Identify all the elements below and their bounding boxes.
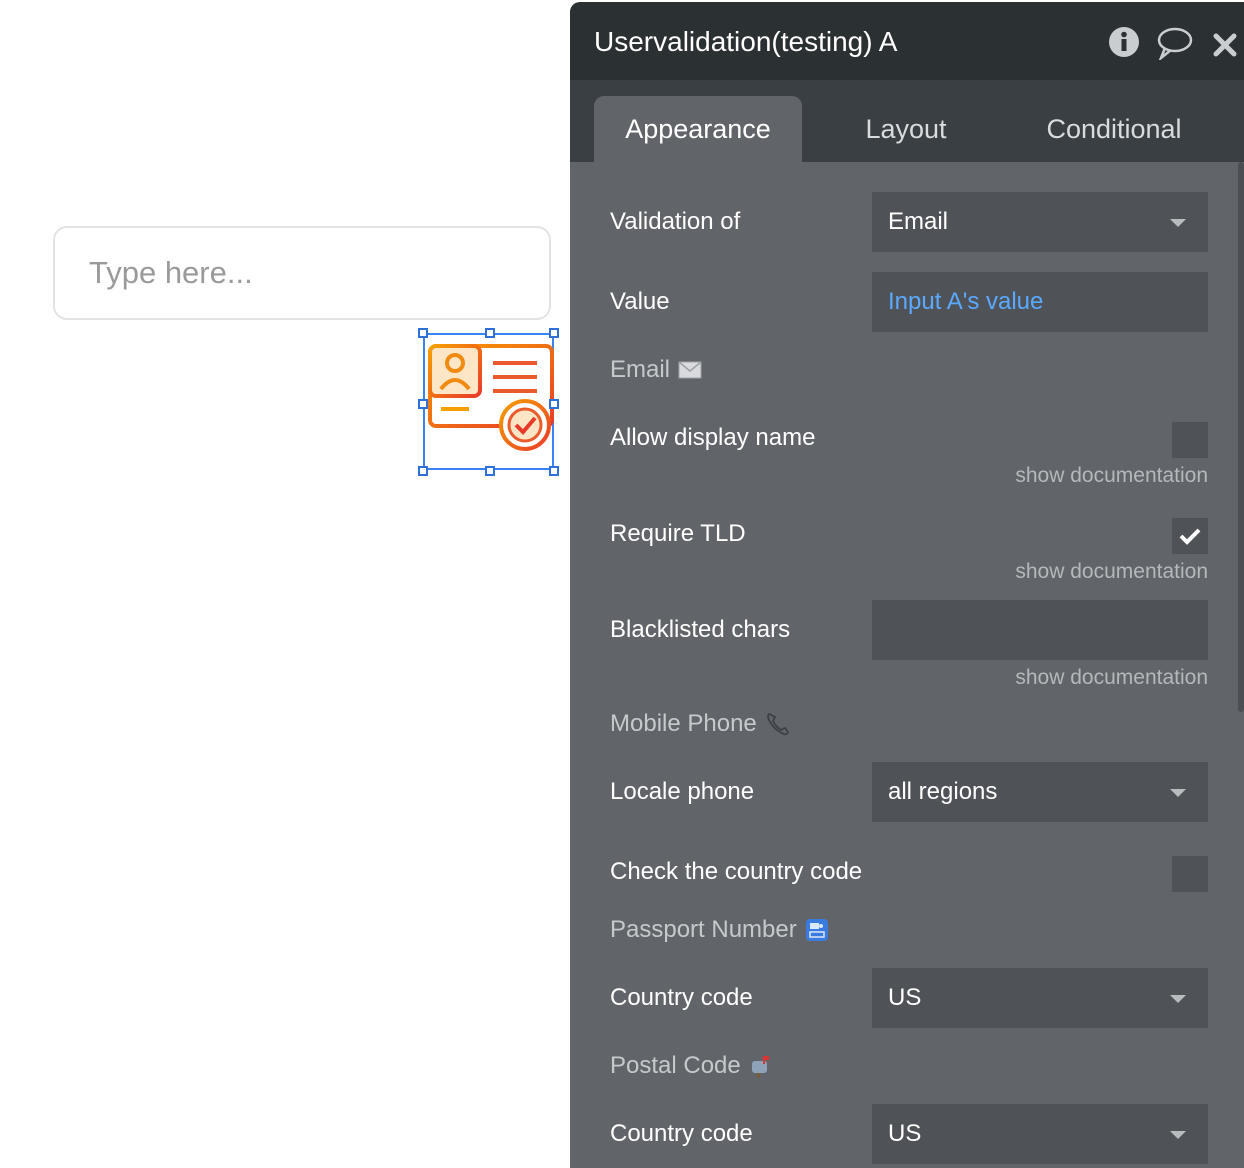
- info-icon[interactable]: [1108, 26, 1140, 58]
- resize-handle-tc[interactable]: [485, 328, 495, 338]
- input-placeholder: Type here...: [89, 255, 253, 290]
- panel-header: Uservalidation(testing) A: [570, 2, 1244, 80]
- resize-handle-br[interactable]: [549, 466, 559, 476]
- dropdown-value: US: [888, 1120, 922, 1147]
- passport-number-section-header: Passport Number: [610, 916, 829, 944]
- dropdown-value: all regions: [888, 778, 998, 805]
- envelope-icon: [678, 361, 702, 379]
- check-country-code-label: Check the country code: [610, 858, 863, 885]
- require-tld-label: Require TLD: [610, 520, 746, 547]
- allow-display-name-checkbox[interactable]: [1172, 422, 1208, 458]
- tab-appearance[interactable]: Appearance: [594, 96, 802, 162]
- value-label: Value: [610, 288, 670, 315]
- dropdown-value: Email: [888, 208, 949, 235]
- id-card-check-icon: [428, 344, 554, 451]
- canvas-text-input[interactable]: Type here...: [53, 226, 551, 320]
- validation-of-label: Validation of: [610, 208, 741, 235]
- tab-conditional[interactable]: Conditional: [1014, 96, 1214, 162]
- panel-scrollbar[interactable]: [1238, 162, 1244, 712]
- dynamic-expression[interactable]: Input A's value: [888, 288, 1043, 316]
- dropdown-value: US: [888, 984, 922, 1011]
- require-tld-checkbox[interactable]: [1172, 518, 1208, 554]
- passport-country-code-dropdown[interactable]: US: [872, 968, 1208, 1028]
- section-label: Mobile Phone: [610, 710, 757, 737]
- locale-phone-dropdown[interactable]: all regions: [872, 762, 1208, 822]
- tab-label: Appearance: [625, 113, 771, 144]
- allow-display-name-label: Allow display name: [610, 424, 816, 451]
- phone-icon: [766, 712, 789, 736]
- comment-icon[interactable]: [1156, 26, 1194, 60]
- blacklisted-chars-label: Blacklisted chars: [610, 616, 791, 643]
- mailbox-icon: [751, 1056, 769, 1078]
- selected-validation-element[interactable]: [418, 328, 559, 476]
- passport-country-code-label: Country code: [610, 984, 753, 1011]
- section-label: Passport Number: [610, 916, 797, 943]
- passport-control-icon: [805, 919, 828, 941]
- blacklisted-chars-input[interactable]: [872, 600, 1208, 660]
- caret-down-icon: [1170, 219, 1186, 227]
- value-input[interactable]: Input A's value: [872, 272, 1208, 332]
- resize-handle-ml[interactable]: [418, 399, 428, 409]
- section-label: Email: [610, 356, 671, 383]
- caret-down-icon: [1170, 1131, 1186, 1139]
- tab-label: Conditional: [1046, 113, 1182, 144]
- validation-of-dropdown[interactable]: Email: [872, 192, 1208, 252]
- show-documentation-link[interactable]: show documentation: [1015, 560, 1208, 584]
- property-editor-panel: Uservalidation(testing) A Appearance Lay…: [570, 2, 1244, 1168]
- section-label: Postal Code: [610, 1052, 741, 1079]
- panel-title: Uservalidation(testing) A: [594, 26, 898, 57]
- tab-layout[interactable]: Layout: [806, 96, 1006, 162]
- check-country-code-checkbox[interactable]: [1172, 856, 1208, 892]
- tab-label: Layout: [865, 113, 947, 144]
- checkmark-icon: [1179, 528, 1201, 545]
- mobile-phone-section-header: Mobile Phone: [610, 710, 791, 738]
- resize-handle-bc[interactable]: [485, 466, 495, 476]
- show-documentation-link[interactable]: show documentation: [1015, 666, 1208, 690]
- email-section-header: Email: [610, 356, 702, 384]
- locale-phone-label: Locale phone: [610, 778, 755, 805]
- caret-down-icon: [1170, 995, 1186, 1003]
- resize-handle-tl[interactable]: [418, 328, 428, 338]
- tabs-bar: Appearance Layout Conditional: [570, 80, 1244, 162]
- close-icon[interactable]: [1212, 32, 1238, 58]
- resize-handle-bl[interactable]: [418, 466, 428, 476]
- show-documentation-link[interactable]: show documentation: [1015, 464, 1208, 488]
- postal-country-code-label: Country code: [610, 1120, 753, 1147]
- postal-code-section-header: Postal Code: [610, 1052, 773, 1080]
- resize-handle-mr[interactable]: [549, 399, 559, 409]
- postal-country-code-dropdown[interactable]: US: [872, 1104, 1208, 1164]
- caret-down-icon: [1170, 789, 1186, 797]
- resize-handle-tr[interactable]: [549, 328, 559, 338]
